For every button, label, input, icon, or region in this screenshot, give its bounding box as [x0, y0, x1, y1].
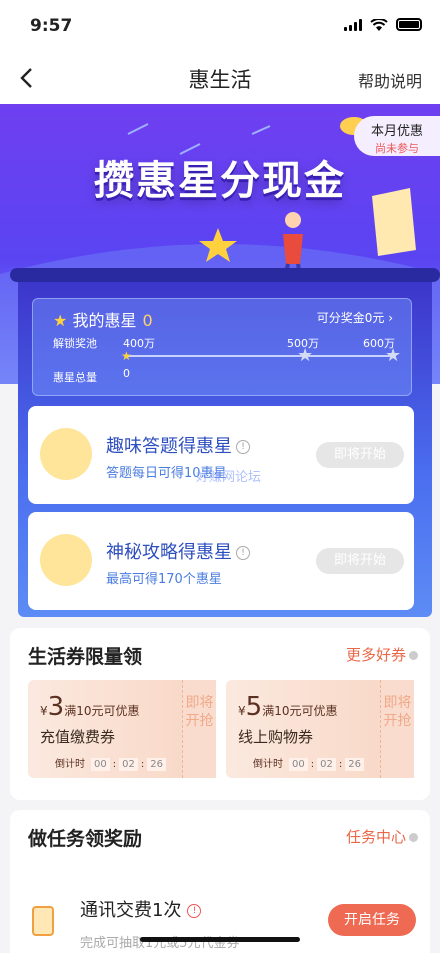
countdown-label: 倒计时	[55, 759, 85, 770]
task-card-quiz: 趣味答题得惠星! 答题每日可得10惠星 即将开始 好赚网论坛	[28, 406, 414, 504]
arrow-circle-icon: ›	[388, 311, 393, 325]
task-title-text: 趣味答题得惠星	[106, 436, 232, 457]
coupon-name: 线上购物券	[238, 728, 314, 746]
help-link[interactable]: 帮助说明	[358, 68, 422, 92]
coupon-grab-button[interactable]: 即将开抢	[182, 680, 216, 778]
coupon-section: 生活券限量领 更多好券 ¥3满10元可优惠 充值缴费券 倒计时 00:02:26 …	[10, 628, 430, 800]
amount: 3	[47, 692, 65, 722]
info-icon[interactable]: !	[236, 546, 250, 560]
currency: ¥	[40, 704, 48, 718]
banner-headline: 攒惠星分现金	[94, 158, 346, 204]
home-indicator	[140, 937, 300, 942]
task-title-text: 神秘攻略得惠星	[106, 542, 232, 563]
my-stars: ★ 我的惠星 0	[53, 307, 153, 331]
coupon-amount: ¥3满10元可优惠	[40, 692, 139, 722]
task-title: 趣味答题得惠星!	[106, 432, 250, 458]
task-center-link[interactable]: 任务中心	[346, 826, 418, 847]
coupon-amount: ¥5满10元可优惠	[238, 692, 337, 722]
total-value: 0	[123, 367, 130, 380]
task-title: 神秘攻略得惠星!	[106, 538, 250, 564]
countdown-s: 26	[147, 758, 166, 771]
countdown-m: 02	[119, 758, 138, 771]
task-center-text: 任务中心	[345, 828, 406, 846]
prize-amount[interactable]: 可分奖金0元 ›	[317, 309, 393, 326]
chevron-right-icon	[409, 651, 418, 660]
watermark: 好赚网论坛	[196, 470, 262, 485]
status-bar: 9:57	[0, 0, 440, 52]
phone-bill-icon	[32, 906, 54, 936]
status-time: 9:57	[30, 16, 73, 36]
milestone-star-icon: ★	[297, 345, 314, 366]
mission-section: 做任务领奖励 任务中心 通讯交费1次! 完成可抽取1元或5元代金券 开启任务	[10, 810, 430, 953]
star-icon: ★	[53, 311, 68, 330]
task-subtitle: 最高可得170个惠星	[106, 572, 222, 587]
mission-title: 通讯交费1次!	[80, 896, 202, 922]
countdown-label: 倒计时	[253, 759, 283, 770]
mission-heading: 做任务领奖励	[28, 828, 143, 850]
task-start-button[interactable]: 即将开始	[316, 548, 404, 574]
pool-label: 解锁奖池	[53, 337, 97, 350]
month-badge-title: 本月优惠	[370, 124, 423, 139]
my-stars-box: ★ 我的惠星 0 可分奖金0元 › 解锁奖池 400万 500万 600万 ★ ★…	[32, 298, 412, 396]
star-panel: ★ 我的惠星 0 可分奖金0元 › 解锁奖池 400万 500万 600万 ★ ★…	[10, 268, 440, 617]
task-start-button[interactable]: 即将开始	[316, 442, 404, 468]
task-card-guide: 神秘攻略得惠星! 最高可得170个惠星 即将开始	[28, 512, 414, 610]
amount: 5	[245, 692, 263, 722]
guide-book-icon	[40, 534, 92, 586]
more-coupons-link[interactable]: 更多好券	[346, 644, 418, 665]
coupon-countdown: 倒计时 00:02:26	[250, 754, 367, 771]
condition: 满10元可优惠	[262, 704, 338, 718]
info-icon[interactable]: !	[187, 904, 202, 918]
milestone-star-icon: ★	[385, 345, 402, 366]
progress-start-star-icon: ★	[121, 349, 132, 363]
battery-icon	[396, 18, 422, 31]
wifi-icon	[370, 18, 388, 31]
chevron-right-icon	[409, 833, 418, 842]
coupon-heading: 生活券限量领	[28, 646, 143, 668]
month-offer-badge[interactable]: 本月优惠 尚未参与	[354, 116, 440, 156]
coupon-card[interactable]: ¥5满10元可优惠 线上购物券 倒计时 00:02:26 即将开抢	[226, 680, 414, 778]
condition: 满10元可优惠	[64, 704, 140, 718]
total-label: 惠星总量	[53, 371, 97, 384]
my-stars-title: 我的惠星	[72, 311, 137, 330]
coupon-countdown: 倒计时 00:02:26	[52, 754, 169, 771]
more-coupons-text: 更多好券	[345, 646, 406, 664]
signal-icon	[344, 18, 362, 31]
countdown-m: 02	[317, 758, 336, 771]
mission-title-text: 通讯交费1次	[80, 900, 182, 921]
start-mission-button[interactable]: 开启任务	[328, 904, 416, 936]
coupon-name: 充值缴费券	[40, 728, 116, 746]
status-icons	[344, 18, 422, 31]
countdown-s: 26	[345, 758, 364, 771]
countdown-h: 00	[289, 758, 308, 771]
progress-track	[125, 355, 393, 357]
prize-text: 可分奖金0元	[316, 311, 385, 325]
countdown-h: 00	[91, 758, 110, 771]
coupon-card[interactable]: ¥3满10元可优惠 充值缴费券 倒计时 00:02:26 即将开抢	[28, 680, 216, 778]
month-badge-status: 尚未参与	[375, 142, 419, 155]
quiz-magnifier-icon	[40, 428, 92, 480]
currency: ¥	[238, 704, 246, 718]
my-stars-count: 0	[142, 311, 153, 330]
info-icon[interactable]: !	[236, 440, 250, 454]
coupon-grab-button[interactable]: 即将开抢	[380, 680, 414, 778]
nav-bar: 惠生活 帮助说明	[0, 52, 440, 104]
